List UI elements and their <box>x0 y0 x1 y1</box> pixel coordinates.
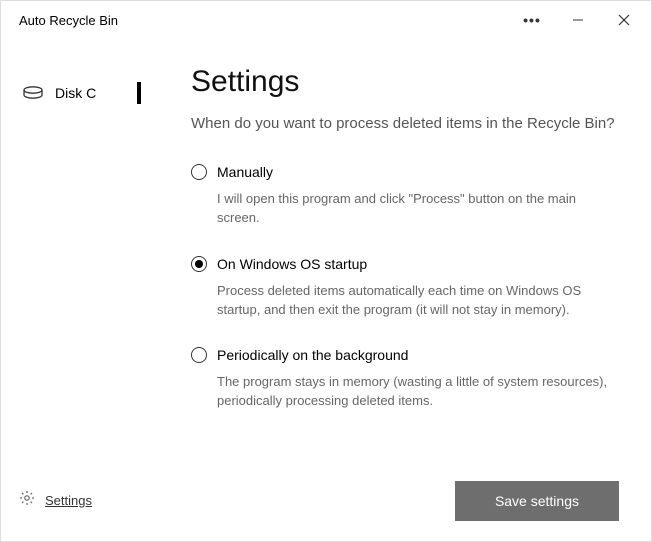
minimize-icon <box>572 14 584 26</box>
option-on-startup: On Windows OS startup Process deleted it… <box>191 256 619 320</box>
close-icon <box>618 14 630 26</box>
option-label: On Windows OS startup <box>217 256 367 272</box>
option-label: Periodically on the background <box>217 347 408 363</box>
titlebar: Auto Recycle Bin ••• <box>1 1 651 39</box>
more-icon: ••• <box>523 12 541 28</box>
sidebar-item-label: Disk C <box>55 85 96 101</box>
close-button[interactable] <box>601 1 647 39</box>
page-title: Settings <box>191 65 619 99</box>
radio-manually[interactable] <box>191 164 207 180</box>
option-on-startup-header[interactable]: On Windows OS startup <box>191 256 619 272</box>
main-panel: Settings When do you want to process del… <box>153 39 651 541</box>
settings-label: Settings <box>45 493 92 508</box>
minimize-button[interactable] <box>555 1 601 39</box>
option-label: Manually <box>217 164 273 180</box>
radio-on-startup[interactable] <box>191 256 207 272</box>
disk-icon <box>23 86 43 100</box>
more-button[interactable]: ••• <box>509 1 555 39</box>
option-description: I will open this program and click "Proc… <box>217 190 619 228</box>
app-title: Auto Recycle Bin <box>19 13 509 28</box>
sidebar-settings-link[interactable]: Settings <box>1 484 153 517</box>
sidebar: Disk C Settings <box>1 39 153 541</box>
gear-icon <box>19 490 35 511</box>
option-manually-header[interactable]: Manually <box>191 164 619 180</box>
option-periodically: Periodically on the background The progr… <box>191 347 619 411</box>
option-description: The program stays in memory (wasting a l… <box>217 373 619 411</box>
footer: Save settings <box>191 469 619 521</box>
page-subtitle: When do you want to process deleted item… <box>191 113 619 134</box>
option-periodically-header[interactable]: Periodically on the background <box>191 347 619 363</box>
app-window: Auto Recycle Bin ••• Disk C <box>0 0 652 542</box>
window-body: Disk C Settings Settings When do you wan… <box>1 39 651 541</box>
radio-periodically[interactable] <box>191 347 207 363</box>
sidebar-bottom: Settings <box>1 484 153 541</box>
option-manually: Manually I will open this program and cl… <box>191 164 619 228</box>
sidebar-item-disk-c[interactable]: Disk C <box>1 75 153 111</box>
option-description: Process deleted items automatically each… <box>217 282 619 320</box>
save-button[interactable]: Save settings <box>455 481 619 521</box>
